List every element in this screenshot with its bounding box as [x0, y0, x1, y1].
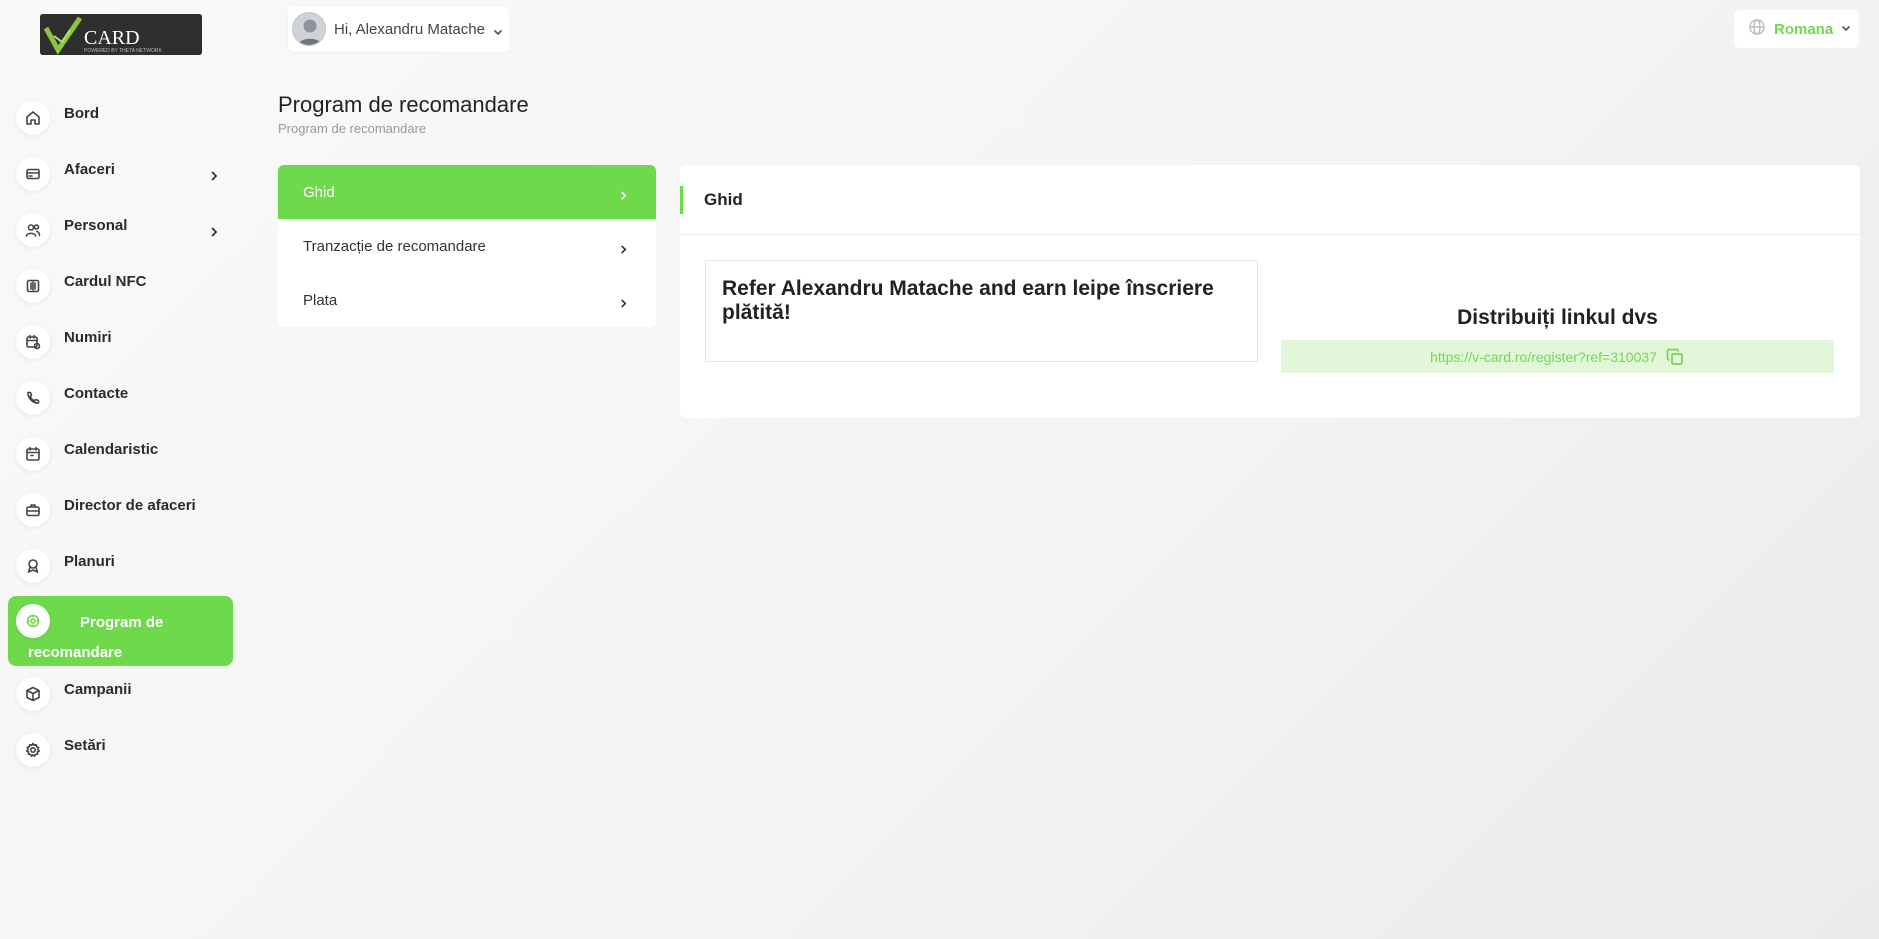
- sidebar-item-label: Bord: [64, 104, 99, 122]
- user-menu[interactable]: Hi, Alexandru Matache: [288, 6, 509, 52]
- sidebar-item-label: Calendaristic: [64, 440, 159, 458]
- sidebar-item-setari[interactable]: Setări: [8, 722, 233, 778]
- sidebar-item-numiri[interactable]: Numiri: [8, 314, 233, 370]
- accent-bar: [680, 186, 683, 214]
- menu-item-ghid[interactable]: Ghid: [278, 165, 656, 219]
- home-icon: [16, 101, 50, 135]
- sidebar-item-contacte[interactable]: Contacte: [8, 370, 233, 426]
- calendar-icon: [16, 437, 50, 471]
- sidebar-item-program-de-recomandare[interactable]: Program de recomandare: [8, 596, 233, 666]
- menu-item-tranzactie[interactable]: Tranzacție de recomandare: [278, 219, 656, 273]
- sidebar-item-campanii[interactable]: Campanii: [8, 666, 233, 722]
- sidebar-item-planuri[interactable]: Planuri: [8, 538, 233, 594]
- sidebar-item-label: Planuri: [64, 552, 115, 570]
- sidebar-item-label: Program de recomandare: [28, 614, 164, 661]
- page-title: Program de recomandare: [278, 92, 529, 117]
- menu-item-label: Ghid: [303, 183, 335, 201]
- menu-item-label: Tranzacție de recomandare: [303, 237, 486, 255]
- sidebar-item-label: Numiri: [64, 328, 112, 346]
- sidebar-item-personal[interactable]: Personal: [8, 202, 233, 258]
- calendar-clock-icon: [16, 325, 50, 359]
- sidebar-item-label: Setări: [64, 736, 106, 754]
- sidebar-nav: Bord Afaceri Personal Cardul NFC Numiri …: [8, 90, 233, 778]
- chevron-down-icon: [1841, 20, 1851, 38]
- card-title: Ghid: [704, 189, 743, 209]
- sidebar-item-label: Campanii: [64, 680, 132, 698]
- nfc-icon: [16, 269, 50, 303]
- chevron-right-icon: [619, 187, 628, 204]
- guide-card: Ghid Refer Alexandru Matache and earn le…: [680, 165, 1860, 418]
- sidebar-item-afaceri[interactable]: Afaceri: [8, 146, 233, 202]
- share-title: Distribuiți linkul dvs: [1457, 306, 1658, 329]
- vcard-logo[interactable]: CARD POWERED BY THETA NETWORK: [40, 14, 202, 55]
- award-icon: [16, 549, 50, 583]
- chevron-down-icon: [493, 24, 503, 36]
- chevron-right-icon: [619, 241, 628, 258]
- briefcase-icon: [16, 493, 50, 527]
- sidebar-item-label: Personal: [64, 216, 128, 234]
- refer-message: Refer Alexandru Matache and earn leipe î…: [722, 277, 1214, 324]
- breadcrumb: Program de recomandare: [278, 121, 427, 136]
- gear-icon: [16, 733, 50, 767]
- sidebar-item-label: Cardul NFC: [64, 272, 147, 290]
- chevron-right-icon: [619, 295, 628, 312]
- referral-link[interactable]: https://v-card.ro/register?ref=310037: [1430, 349, 1657, 365]
- refer-message-box: Refer Alexandru Matache and earn leipe î…: [705, 260, 1258, 362]
- logo-tagline: POWERED BY THETA NETWORK: [84, 48, 162, 54]
- language-selector[interactable]: Romana: [1734, 10, 1859, 48]
- language-label: Romana: [1774, 20, 1834, 38]
- menu-item-plata[interactable]: Plata: [278, 273, 656, 327]
- sidebar-item-calendaristic[interactable]: Calendaristic: [8, 426, 233, 482]
- users-icon: [16, 213, 50, 247]
- sidebar-item-label: Contacte: [64, 384, 129, 402]
- sidebar-item-cardul-nfc[interactable]: Cardul NFC: [8, 258, 233, 314]
- menu-item-label: Plata: [303, 291, 338, 309]
- chevron-right-icon: [209, 224, 219, 237]
- copy-icon[interactable]: [1665, 347, 1685, 367]
- sidebar: CARD POWERED BY THETA NETWORK Bord Aface…: [0, 0, 240, 939]
- share-link-box: https://v-card.ro/register?ref=310037: [1281, 340, 1834, 373]
- phone-icon: [16, 381, 50, 415]
- box-icon: [16, 677, 50, 711]
- sidebar-item-director-de-afaceri[interactable]: Director de afaceri: [8, 482, 233, 538]
- sidebar-item-label: Afaceri: [64, 160, 115, 178]
- avatar: [292, 12, 326, 46]
- chevron-right-icon: [209, 168, 219, 181]
- globe-icon: [1748, 18, 1766, 41]
- card-header: Ghid: [680, 165, 1860, 235]
- referral-menu: Ghid Tranzacție de recomandare Plata: [278, 165, 656, 327]
- sidebar-item-bord[interactable]: Bord: [8, 90, 233, 146]
- user-greeting: Hi, Alexandru Matache: [334, 20, 485, 38]
- logo-text: CARD: [84, 27, 140, 49]
- sidebar-item-label: Director de afaceri: [64, 496, 196, 514]
- card-icon: [16, 157, 50, 191]
